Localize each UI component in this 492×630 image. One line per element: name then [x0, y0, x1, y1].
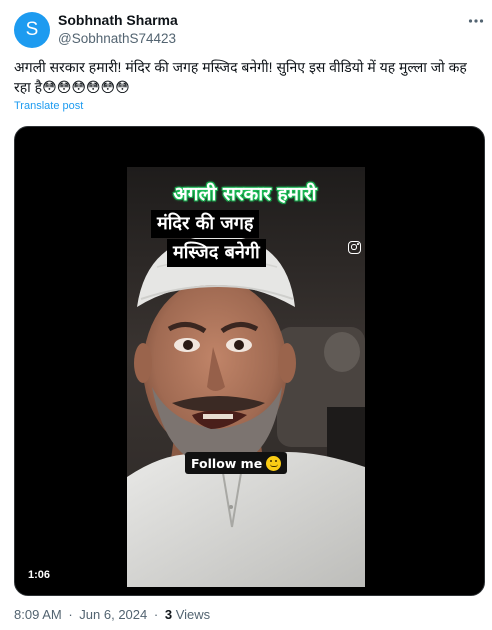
instagram-icon: [348, 241, 361, 254]
more-options-icon: [468, 19, 484, 23]
meta-separator: ·: [68, 607, 73, 622]
views-label[interactable]: Views: [176, 607, 210, 622]
translate-post-link[interactable]: Translate post: [14, 100, 83, 112]
tweet-emojis: 😳😳😳😳😳😳: [42, 79, 130, 95]
tweet-text: अगली सरकार हमारी! मंदिर की जगह मस्जिद बन…: [14, 57, 480, 97]
video-player[interactable]: अगली सरकार हमारी मंदिर की जगह मस्जिद बने…: [14, 126, 485, 596]
author-display-name[interactable]: Sobhnath Sharma: [58, 12, 178, 28]
tweet-date[interactable]: Jun 6, 2024: [79, 607, 147, 622]
tweet-meta: 8:09 AM · Jun 6, 2024 · 3 Views: [14, 607, 210, 622]
video-frame[interactable]: अगली सरकार हमारी मंदिर की जगह मस्जिद बने…: [127, 167, 365, 587]
more-options-button[interactable]: [464, 10, 488, 32]
author-handle[interactable]: @SobhnathS74423: [58, 31, 176, 46]
video-caption-line-3: मस्जिद बनेगी: [167, 239, 266, 267]
views-count[interactable]: 3: [165, 607, 172, 622]
video-caption-line-2: मंदिर की जगह: [151, 210, 260, 238]
avatar[interactable]: S: [14, 12, 50, 48]
meta-separator-2: ·: [153, 607, 159, 622]
follow-me-sticker: Follow me: [185, 452, 288, 474]
avatar-letter: S: [25, 19, 39, 40]
smiley-icon: [266, 455, 282, 471]
follow-me-label: Follow me: [191, 455, 263, 471]
video-caption-line-1: अगली सरकार हमारी: [173, 183, 317, 205]
tweet-time[interactable]: 8:09 AM: [14, 607, 62, 622]
video-duration: 1:06: [28, 569, 51, 581]
